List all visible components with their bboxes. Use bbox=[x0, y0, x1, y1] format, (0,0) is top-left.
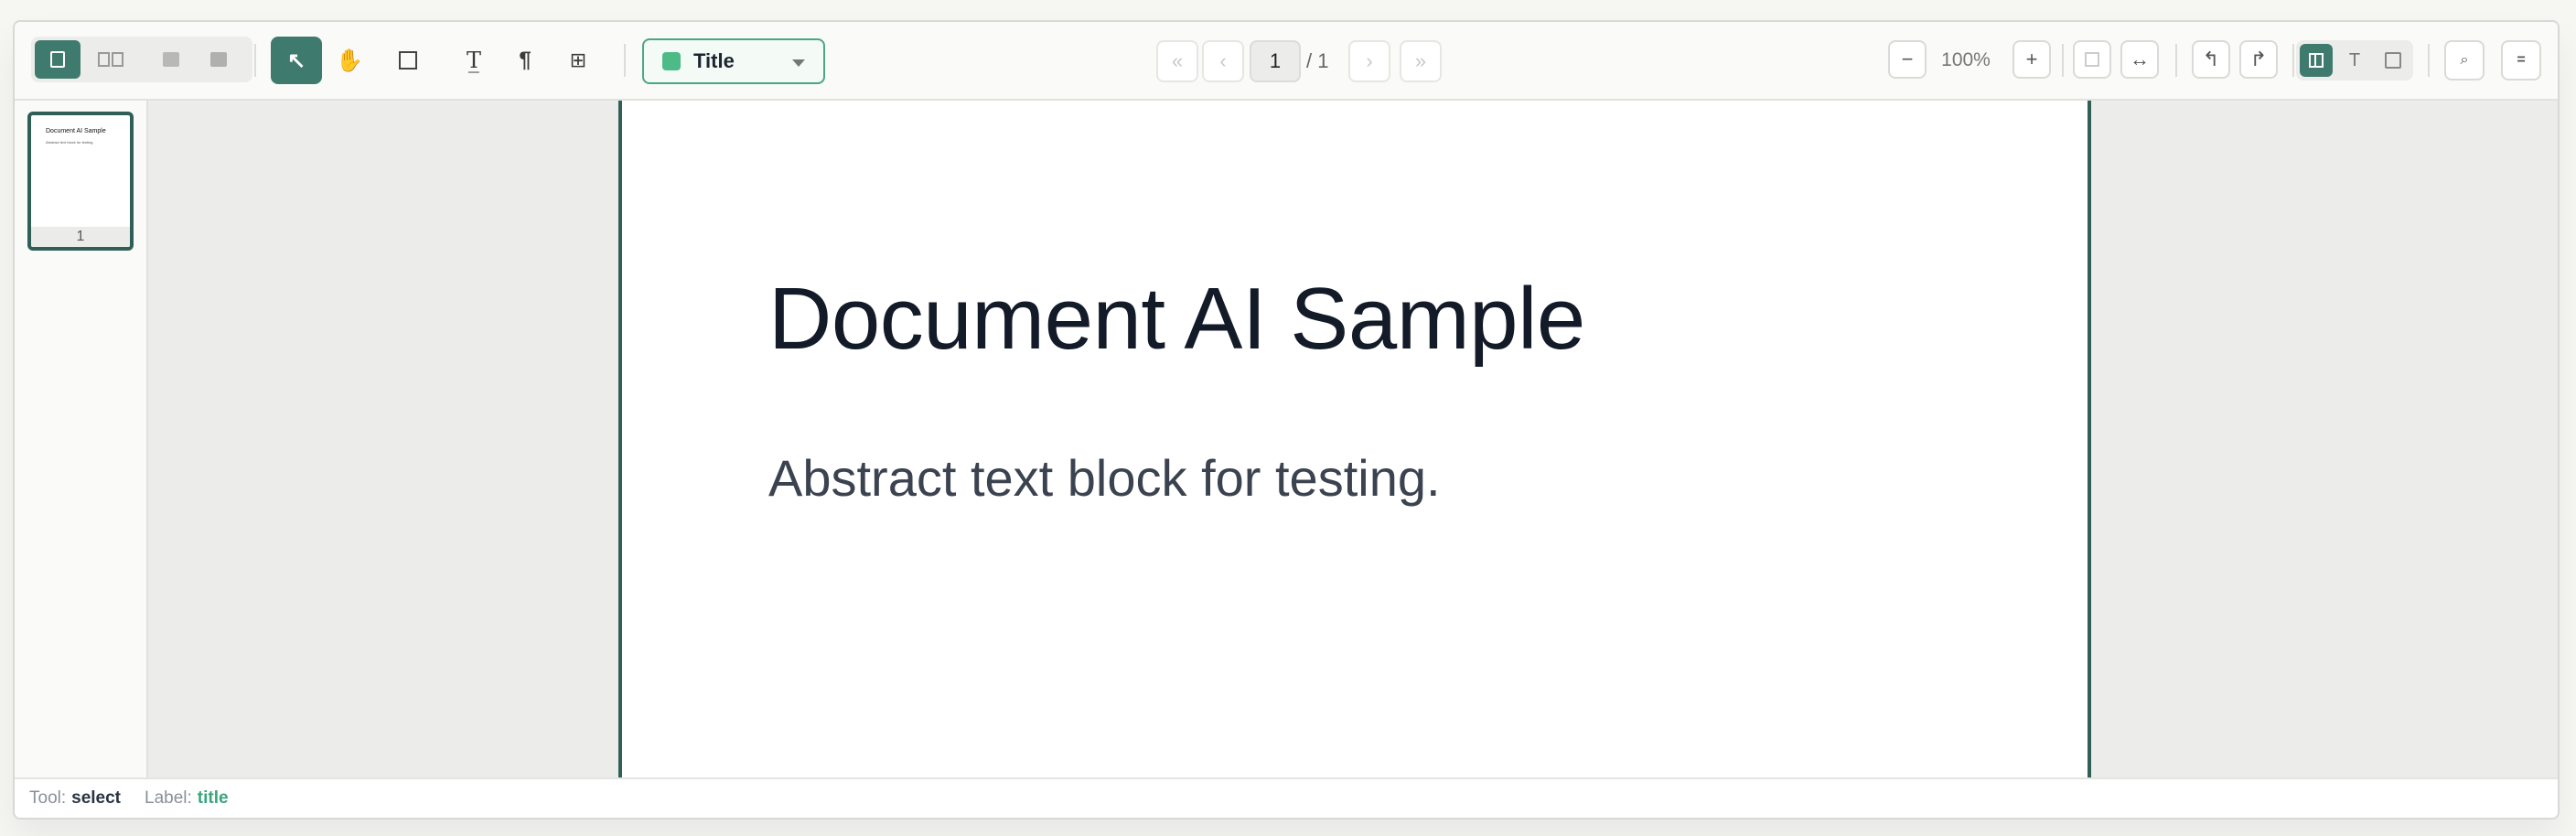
table-icon: ⊞ bbox=[569, 48, 587, 72]
chevron-left-icon: ‹ bbox=[1219, 49, 1227, 72]
toolbar-divider bbox=[2292, 44, 2294, 77]
paragraph-tool-button[interactable]: ¶ bbox=[499, 37, 551, 84]
last-page-button[interactable]: » bbox=[1400, 40, 1442, 82]
document-abstract[interactable]: Abstract text block for testing. bbox=[768, 448, 1441, 508]
page-number-input[interactable]: 1 bbox=[1250, 40, 1301, 82]
thumbnail-page-number: 1 bbox=[31, 227, 130, 247]
fit-width-button[interactable]: ↔ bbox=[2120, 40, 2159, 79]
label-select-value: Title bbox=[693, 49, 735, 72]
single-page-layout-button[interactable] bbox=[35, 40, 80, 79]
double-chevron-right-icon: » bbox=[1414, 49, 1427, 72]
text-tool-button[interactable]: T̲ bbox=[448, 37, 499, 84]
select-tool-button[interactable]: ↖ bbox=[271, 37, 322, 84]
next-page-button[interactable]: › bbox=[1348, 40, 1390, 82]
rectangle-icon bbox=[399, 51, 417, 70]
table-tool-button[interactable]: ⊞ bbox=[553, 37, 604, 84]
paragraph-icon: ¶ bbox=[519, 48, 531, 72]
zoom-level: 100% bbox=[1941, 49, 1991, 70]
first-page-button[interactable]: « bbox=[1156, 40, 1198, 82]
toolbar-divider bbox=[2175, 44, 2177, 77]
previous-page-button[interactable]: ‹ bbox=[1202, 40, 1244, 82]
continuous-layout-icon bbox=[210, 52, 227, 67]
fit-page-button[interactable] bbox=[2073, 40, 2111, 79]
document-canvas[interactable]: Document AI Sample Abstract text block f… bbox=[148, 101, 2558, 779]
app-window: ↖ ✋ T̲ ¶ ⊞ Title « ‹ 1 / 1 › » − 100% + … bbox=[13, 20, 2560, 820]
zoom-out-button[interactable]: − bbox=[1888, 40, 1927, 79]
continuous-layout-button[interactable] bbox=[196, 40, 242, 79]
page-thumbnail-sidebar: Document AI Sample Abstract text block f… bbox=[15, 101, 148, 779]
status-tool-key: Tool: bbox=[29, 788, 67, 808]
double-chevron-left-icon: « bbox=[1171, 49, 1184, 72]
chevron-down-icon bbox=[792, 59, 805, 67]
status-label-value: title bbox=[197, 788, 229, 808]
chevron-right-icon: › bbox=[1366, 49, 1373, 72]
toolbar-divider bbox=[254, 44, 256, 77]
two-page-layout-button[interactable] bbox=[88, 40, 134, 79]
rotate-left-button[interactable]: ↰ bbox=[2192, 40, 2230, 79]
menu-button[interactable]: = bbox=[2501, 40, 2541, 80]
fit-page-icon bbox=[2085, 52, 2099, 67]
zoom-in-button[interactable]: + bbox=[2012, 40, 2051, 79]
text-tool-icon: T̲ bbox=[466, 48, 481, 73]
grid-layout-button[interactable] bbox=[148, 40, 194, 79]
status-tool-value: select bbox=[71, 788, 122, 808]
thumbnail-title: Document AI Sample bbox=[46, 128, 106, 134]
toolbar-divider bbox=[2062, 44, 2064, 77]
minus-icon: − bbox=[1901, 48, 1914, 70]
toolbar: ↖ ✋ T̲ ¶ ⊞ Title « ‹ 1 / 1 › » − 100% + … bbox=[15, 22, 2558, 101]
search-icon: ⌕ bbox=[2460, 52, 2469, 68]
document-page[interactable]: Document AI Sample Abstract text block f… bbox=[618, 101, 2091, 779]
page-thumbnail[interactable]: Document AI Sample Abstract text block f… bbox=[27, 112, 134, 251]
menu-icon: = bbox=[2517, 52, 2526, 68]
page-total-label: / 1 bbox=[1306, 49, 1329, 72]
page-view-icon bbox=[2385, 52, 2401, 69]
hand-icon: ✋ bbox=[336, 48, 363, 73]
rotate-right-icon: ↱ bbox=[2249, 48, 2268, 70]
text-view-icon: T bbox=[2348, 49, 2361, 70]
split-view-button[interactable] bbox=[2300, 44, 2333, 77]
pan-tool-button[interactable]: ✋ bbox=[324, 37, 375, 84]
rectangle-tool-button[interactable] bbox=[382, 37, 434, 84]
two-page-icon bbox=[98, 52, 123, 67]
layout-mode-group bbox=[31, 37, 252, 82]
grid-layout-icon bbox=[163, 52, 179, 67]
rotate-left-icon: ↰ bbox=[2202, 48, 2220, 70]
page-view-button[interactable] bbox=[2377, 44, 2410, 77]
status-label-key: Label: bbox=[145, 788, 192, 808]
search-button[interactable]: ⌕ bbox=[2444, 40, 2485, 80]
split-view-icon bbox=[2309, 53, 2324, 68]
label-color-swatch bbox=[662, 52, 681, 70]
toolbar-divider bbox=[2428, 44, 2430, 77]
thumbnail-subtitle: Abstract text block for testing. bbox=[46, 140, 94, 145]
toolbar-divider bbox=[624, 44, 626, 77]
text-view-button[interactable]: T bbox=[2338, 44, 2371, 77]
cursor-arrow-icon: ↖ bbox=[286, 48, 306, 73]
label-select-dropdown[interactable]: Title bbox=[642, 38, 825, 84]
fit-width-icon: ↔ bbox=[2130, 48, 2150, 70]
view-mode-group: T bbox=[2296, 40, 2413, 80]
single-page-icon bbox=[50, 51, 65, 68]
status-bar: Tool: select Label: title bbox=[15, 777, 2558, 818]
rotate-right-button[interactable]: ↱ bbox=[2239, 40, 2278, 79]
plus-icon: + bbox=[2025, 48, 2038, 70]
document-title[interactable]: Document AI Sample bbox=[768, 269, 1585, 370]
